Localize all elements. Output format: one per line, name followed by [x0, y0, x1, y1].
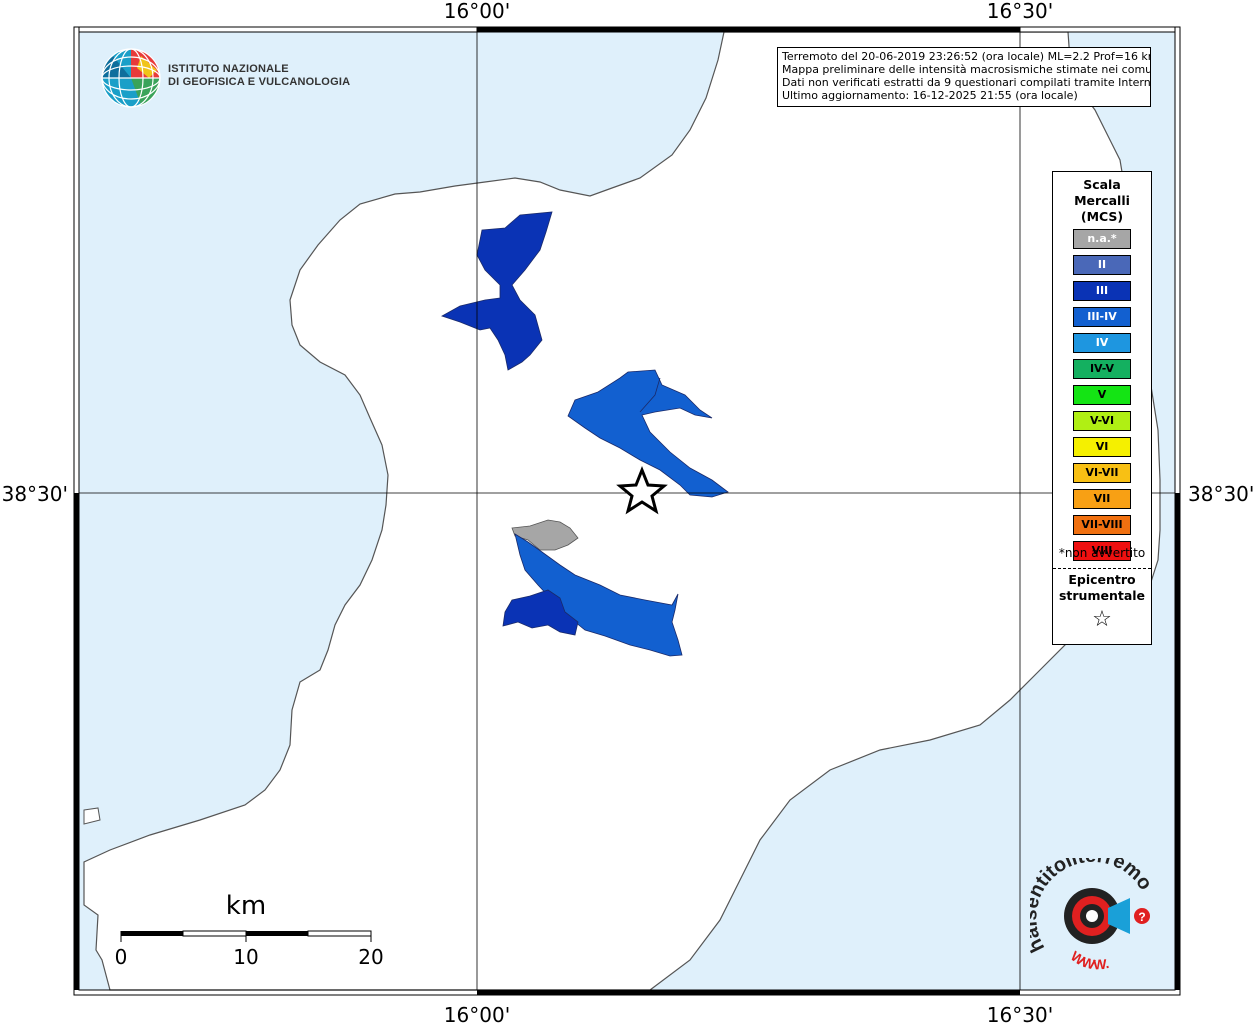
- legend-note: *non avvertito: [1058, 546, 1146, 560]
- legend-item: VI-VII: [1073, 463, 1131, 483]
- scale-unit: km: [226, 891, 266, 921]
- legend-item: VII: [1073, 489, 1131, 509]
- scale-seg-3: [246, 931, 308, 936]
- lat-label-right: 38°30': [1188, 482, 1254, 506]
- frame-bar-right: [1175, 493, 1180, 990]
- lon-label-top-1: 16°00': [444, 0, 510, 23]
- legend-item: VI: [1073, 437, 1131, 457]
- legend-item: III-IV: [1073, 307, 1131, 327]
- lon-label-top-2: 16°30': [987, 0, 1053, 23]
- legend-star-icon: ☆: [1092, 607, 1112, 632]
- scale-seg-4: [307, 930, 372, 937]
- ingv-name: ISTITUTO NAZIONALE DI GEOFISICA E VULCAN…: [168, 63, 350, 89]
- question-mark: ?: [1138, 910, 1145, 924]
- ingv-line1: ISTITUTO NAZIONALE: [168, 63, 289, 75]
- frame-bar-bottom: [477, 990, 1020, 995]
- event-info-box: Terremoto del 20-06-2019 23:26:52 (ora l…: [777, 47, 1151, 107]
- intensity-legend: Scala Mercalli (MCS) n.a.* II III III-IV IV I…: [1052, 171, 1152, 645]
- info-line-4: Ultimo aggiornamento: 16-12-2025 21:55 (…: [782, 89, 1078, 102]
- scale-label-20: 20: [358, 945, 383, 969]
- info-line-1: Terremoto del 20-06-2019 23:26:52 (ora l…: [782, 50, 1151, 63]
- legend-item: IV-V: [1073, 359, 1131, 379]
- legend-title-line2: Mercalli: [1074, 193, 1130, 208]
- info-line-3: Dati non verificati estratti da 9 questi…: [782, 76, 1151, 89]
- hsit-logo[interactable]: haisentitoilterremoto.it WWW. ?: [1019, 841, 1160, 978]
- legend-epicenter-label: Epicentro strumentale: [1053, 572, 1151, 604]
- legend-epicenter-line2: strumentale: [1058, 588, 1146, 603]
- scale-label-0: 0: [115, 945, 128, 969]
- lon-label-bottom-2: 16°30': [987, 1003, 1053, 1024]
- hsit-logo-www: WWW.: [1068, 948, 1111, 973]
- ingv-globe-icon: [101, 48, 161, 108]
- scale-label-10: 10: [233, 945, 258, 969]
- lon-label-bottom-1: 16°00': [444, 1003, 510, 1024]
- legend-item: III: [1073, 281, 1131, 301]
- legend-item: IV: [1073, 333, 1131, 353]
- scale-seg-1: [121, 931, 183, 936]
- scale-seg-2: [182, 930, 247, 937]
- legend-item: II: [1073, 255, 1131, 275]
- legend-title: Scala Mercalli (MCS): [1053, 177, 1151, 225]
- legend-items: n.a.* II III III-IV IV IV-V V V-VI VI VI-VII VII VI…: [1073, 229, 1131, 567]
- legend-title-line1: Scala: [1083, 177, 1121, 192]
- info-line-2: Mappa preliminare delle intensità macros…: [782, 63, 1151, 76]
- frame-bar-top-white: [1019, 26, 1176, 33]
- lat-label-left: 38°30': [2, 482, 68, 506]
- legend-item: V: [1073, 385, 1131, 405]
- frame-bar-left: [74, 493, 79, 990]
- legend-item: VII-VIII: [1073, 515, 1131, 535]
- legend-item: n.a.*: [1073, 229, 1131, 249]
- frame-bar-top: [477, 27, 1020, 32]
- hsit-target-center: [1086, 910, 1098, 922]
- legend-epicenter-line1: Epicentro: [1068, 572, 1136, 587]
- hsit-logo-graphic: haisentitoilterremoto.it WWW. ?: [1019, 841, 1156, 973]
- legend-item: V-VI: [1073, 411, 1131, 431]
- legend-separator: [1053, 568, 1151, 569]
- legend-title-line3: (MCS): [1080, 209, 1124, 224]
- ingv-line2: DI GEOFISICA E VULCANOLOGIA: [168, 76, 351, 88]
- frame-bar-top-left: [78, 26, 478, 33]
